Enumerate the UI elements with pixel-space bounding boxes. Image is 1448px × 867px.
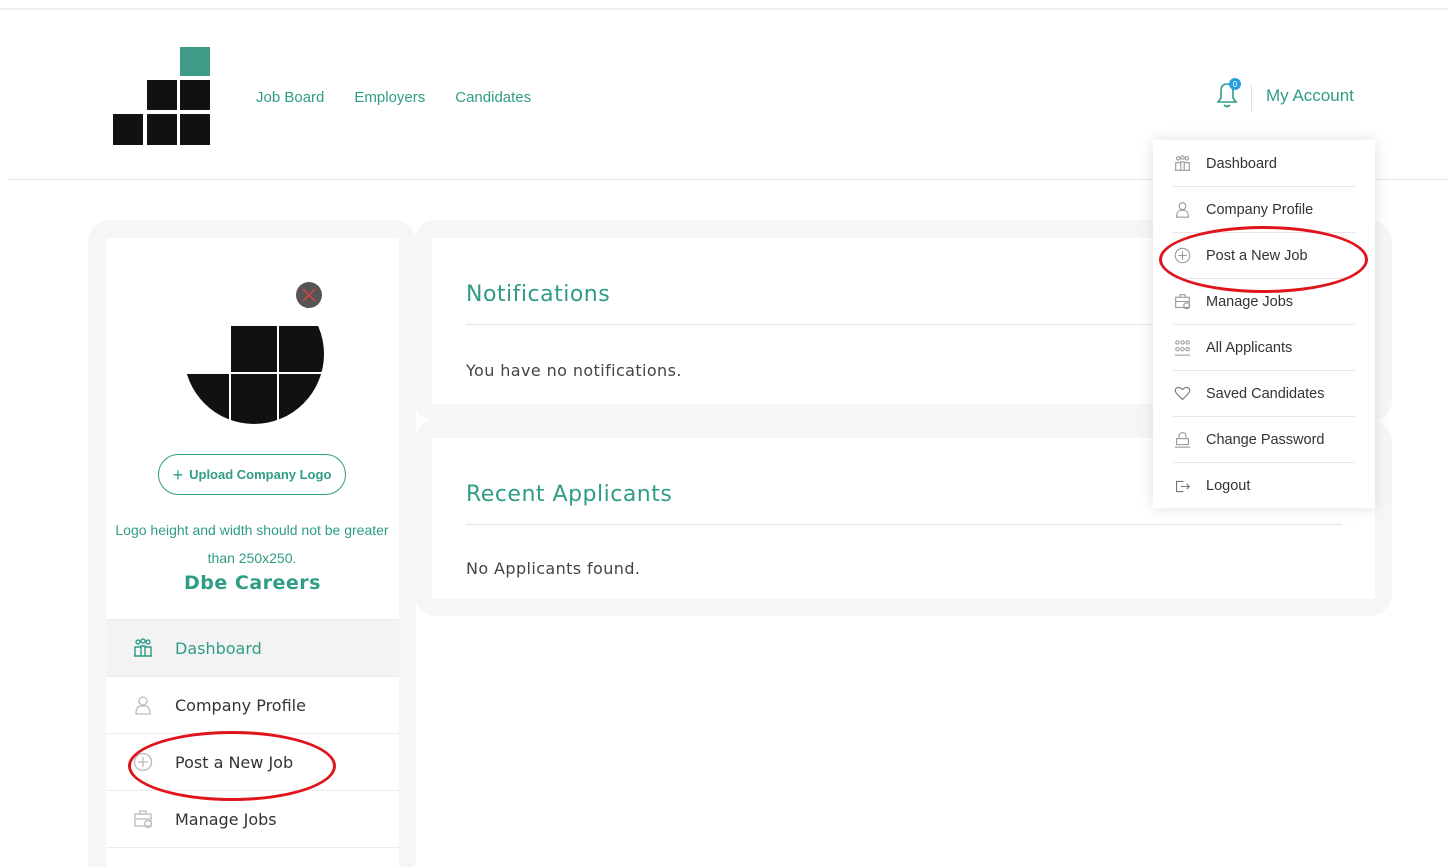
company-name: Dbe Careers <box>184 572 321 594</box>
nav-candidates[interactable]: Candidates <box>455 89 531 106</box>
main-nav: Job Board Employers Candidates <box>256 89 561 106</box>
logout-icon <box>1173 477 1191 495</box>
dropdown-item-label: Manage Jobs <box>1206 293 1294 310</box>
dropdown-item-label: Company Profile <box>1206 201 1314 218</box>
upload-company-logo-button[interactable]: + Upload Company Logo <box>158 454 346 495</box>
nav-employers[interactable]: Employers <box>354 89 425 106</box>
dashboard-icon <box>1173 155 1191 173</box>
logo-size-note: Logo height and width should not be grea… <box>115 522 389 566</box>
upload-label: Upload Company Logo <box>189 467 332 482</box>
sidebar-item-company-profile[interactable]: Company Profile <box>106 676 399 733</box>
dropdown-item-label: Change Password <box>1206 431 1325 448</box>
sidebar-item-label: Company Profile <box>175 695 306 715</box>
nav-job-board[interactable]: Job Board <box>256 89 324 106</box>
dropdown-item-logout[interactable]: Logout <box>1173 463 1355 509</box>
site-logo[interactable] <box>112 46 212 146</box>
group-icon <box>1173 339 1191 357</box>
notification-bell-icon[interactable]: 0 <box>1212 78 1242 110</box>
dropdown-item-all-applicants[interactable]: All Applicants <box>1173 325 1355 371</box>
user-icon <box>1173 201 1191 219</box>
account-separator <box>1251 85 1252 111</box>
dropdown-item-label: Saved Candidates <box>1206 385 1325 402</box>
notifications-title: Notifications <box>466 282 611 307</box>
dropdown-item-label: Post a New Job <box>1206 247 1308 264</box>
dropdown-item-post-job[interactable]: Post a New Job <box>1173 233 1355 279</box>
sidebar-menu: Dashboard Company Profile Post a New Job… <box>106 619 399 867</box>
user-icon <box>132 694 154 716</box>
dropdown-item-saved-candidates[interactable]: Saved Candidates <box>1173 371 1355 417</box>
sidebar-item-label: Manage Jobs <box>175 809 277 829</box>
applicants-empty-text: No Applicants found. <box>466 559 641 578</box>
dropdown-item-manage-jobs[interactable]: Manage Jobs <box>1173 279 1355 325</box>
sidebar-item-label: Post a New Job <box>175 752 294 772</box>
plus-circle-icon <box>1173 247 1191 265</box>
account-dropdown: Dashboard Company Profile Post a New Job… <box>1153 140 1375 508</box>
briefcase-icon <box>1173 293 1191 311</box>
dropdown-item-label: Dashboard <box>1206 155 1277 172</box>
applicants-title: Recent Applicants <box>466 482 673 507</box>
dropdown-item-label: All Applicants <box>1206 339 1293 356</box>
sidebar-item-partial <box>106 847 399 867</box>
dropdown-item-change-password[interactable]: Change Password <box>1173 417 1355 463</box>
notification-count: 0 <box>1233 80 1238 89</box>
plus-circle-icon <box>132 751 154 773</box>
company-logo <box>184 282 324 424</box>
top-border <box>0 8 1448 10</box>
sidebar-item-manage-jobs[interactable]: Manage Jobs <box>106 790 399 847</box>
applicants-divider <box>466 524 1342 525</box>
sidebar-item-post-job[interactable]: Post a New Job <box>106 733 399 790</box>
my-account-link[interactable]: My Account <box>1266 86 1354 106</box>
lock-icon <box>1173 431 1191 449</box>
dropdown-item-dashboard[interactable]: Dashboard <box>1173 141 1355 187</box>
dropdown-item-company-profile[interactable]: Company Profile <box>1173 187 1355 233</box>
heart-icon <box>1173 385 1191 403</box>
dashboard-icon <box>132 637 154 659</box>
briefcase-icon <box>132 808 154 830</box>
plus-icon: + <box>172 464 184 485</box>
dropdown-item-label: Logout <box>1206 478 1251 494</box>
notifications-empty-text: You have no notifications. <box>466 361 682 380</box>
sidebar-item-label: Dashboard <box>175 638 262 658</box>
sidebar-item-dashboard[interactable]: Dashboard <box>106 619 399 676</box>
